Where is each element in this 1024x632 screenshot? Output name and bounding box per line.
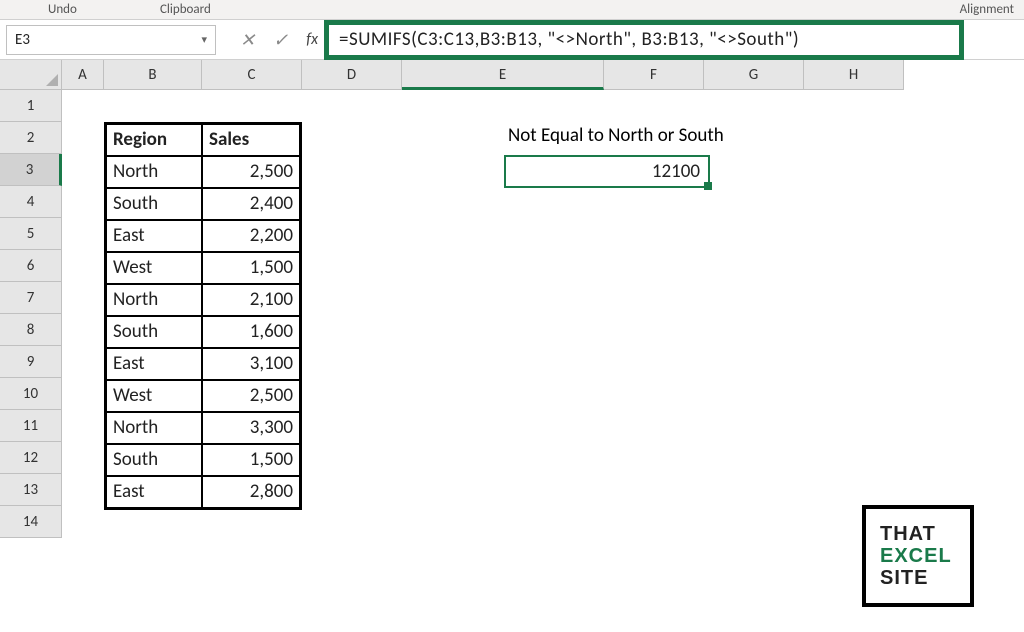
- cell-region[interactable]: South: [106, 444, 202, 476]
- clipboard-group-label: Clipboard: [160, 2, 211, 17]
- row-header[interactable]: 6: [0, 250, 62, 282]
- undo-group-label: Undo: [48, 2, 77, 17]
- cell-sales[interactable]: 2,400: [202, 188, 300, 220]
- formula-bar-buttons: ✕ ✓: [240, 29, 288, 51]
- select-all-corner[interactable]: [0, 60, 62, 90]
- selected-cell-e3[interactable]: 12100: [504, 155, 710, 188]
- row-header[interactable]: 1: [0, 90, 62, 122]
- watermark-logo: THAT EXCEL SITE: [862, 505, 974, 607]
- row-header[interactable]: 7: [0, 282, 62, 314]
- name-box-value: E3: [15, 31, 30, 49]
- col-header-h[interactable]: H: [804, 60, 904, 90]
- logo-line-3: SITE: [880, 567, 952, 589]
- logo-line-2: EXCEL: [880, 545, 952, 567]
- cell-region[interactable]: East: [106, 220, 202, 252]
- row-header[interactable]: 2: [0, 122, 62, 154]
- col-header-f[interactable]: F: [604, 60, 704, 90]
- table-header-sales[interactable]: Sales: [202, 124, 300, 156]
- enter-icon[interactable]: ✓: [273, 29, 288, 51]
- cell-sales[interactable]: 3,300: [202, 412, 300, 444]
- cell-region[interactable]: South: [106, 316, 202, 348]
- chevron-down-icon[interactable]: ▾: [201, 33, 207, 46]
- cell-region[interactable]: North: [106, 156, 202, 188]
- name-box[interactable]: E3 ▾: [6, 25, 216, 55]
- ribbon-group-labels: Undo Clipboard Alignment: [0, 0, 1024, 20]
- cell-region[interactable]: North: [106, 284, 202, 316]
- cell-sales[interactable]: 1,600: [202, 316, 300, 348]
- formula-bar-row: E3 ▾ ✕ ✓ fx =SUMIFS(C3:C13,B3:B13, "<>No…: [0, 20, 1024, 60]
- cell-sales[interactable]: 1,500: [202, 252, 300, 284]
- row-header[interactable]: 12: [0, 442, 62, 474]
- row-header[interactable]: 4: [0, 186, 62, 218]
- cell-region[interactable]: East: [106, 476, 202, 508]
- cell-sales[interactable]: 2,500: [202, 380, 300, 412]
- cell-sales[interactable]: 3,100: [202, 348, 300, 380]
- alignment-group-label: Alignment: [960, 2, 1014, 17]
- formula-bar-input[interactable]: =SUMIFS(C3:C13,B3:B13, "<>North", B3:B13…: [324, 20, 964, 60]
- row-header[interactable]: 5: [0, 218, 62, 250]
- row-header[interactable]: 13: [0, 474, 62, 506]
- cell-sales[interactable]: 2,800: [202, 476, 300, 508]
- col-header-b[interactable]: B: [104, 60, 202, 90]
- logo-line-1: THAT: [880, 523, 952, 545]
- cancel-icon[interactable]: ✕: [240, 29, 255, 51]
- col-header-d[interactable]: D: [302, 60, 402, 90]
- col-header-e[interactable]: E: [402, 60, 604, 90]
- cell-sales[interactable]: 2,200: [202, 220, 300, 252]
- cell-sales[interactable]: 2,500: [202, 156, 300, 188]
- row-header[interactable]: 10: [0, 378, 62, 410]
- row-header[interactable]: 14: [0, 506, 62, 538]
- cell-region[interactable]: North: [106, 412, 202, 444]
- result-label[interactable]: Not Equal to North or South: [508, 124, 724, 147]
- row-header[interactable]: 3: [0, 154, 62, 186]
- cell-region[interactable]: West: [106, 252, 202, 284]
- cell-region[interactable]: East: [106, 348, 202, 380]
- data-table: Region Sales North2,500 South2,400 East2…: [104, 122, 302, 510]
- cell-sales[interactable]: 1,500: [202, 444, 300, 476]
- col-header-a[interactable]: A: [62, 60, 104, 90]
- row-header[interactable]: 8: [0, 314, 62, 346]
- row-header[interactable]: 9: [0, 346, 62, 378]
- row-header[interactable]: 11: [0, 410, 62, 442]
- cell-region[interactable]: West: [106, 380, 202, 412]
- cell-region[interactable]: South: [106, 188, 202, 220]
- table-header-region[interactable]: Region: [106, 124, 202, 156]
- formula-text: =SUMIFS(C3:C13,B3:B13, "<>North", B3:B13…: [339, 28, 799, 51]
- cell-sales[interactable]: 2,100: [202, 284, 300, 316]
- col-header-c[interactable]: C: [202, 60, 302, 90]
- col-header-g[interactable]: G: [704, 60, 804, 90]
- fx-icon[interactable]: fx: [306, 30, 318, 49]
